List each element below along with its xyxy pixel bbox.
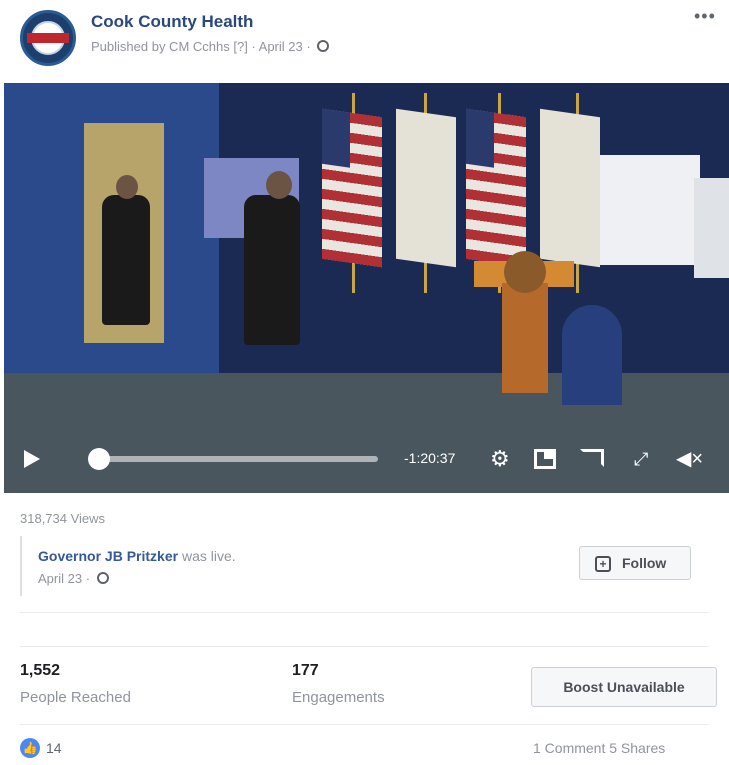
people-reached-label: People Reached [20, 689, 131, 706]
comments-shares-count[interactable]: 1 Comment 5 Shares [533, 740, 665, 756]
publisher-text[interactable]: Published by CM Cchhs [91, 39, 230, 54]
time-remaining: -1:20:37 [404, 450, 456, 466]
boost-button[interactable]: Boost Unavailable [531, 667, 717, 707]
page-avatar[interactable] [20, 10, 76, 66]
video-frame-chart-board [694, 178, 729, 278]
page-name-link[interactable]: Cook County Health [91, 12, 253, 32]
like-count[interactable]: 14 [46, 740, 62, 756]
us-flag [466, 108, 526, 268]
shared-author-link[interactable]: Governor JB Pritzker [38, 548, 178, 564]
play-icon[interactable] [24, 450, 40, 468]
shared-date[interactable]: April 23 · [38, 571, 90, 586]
video-player[interactable]: -1:20:37 ⚙ ⤢ ◀× [4, 83, 729, 493]
podium [502, 283, 548, 393]
cast-icon[interactable] [580, 449, 604, 467]
video-frame-table [562, 305, 622, 405]
shared-status: was live. [178, 548, 236, 564]
gear-icon[interactable]: ⚙ [490, 447, 510, 471]
picture-in-picture-icon[interactable] [534, 449, 556, 469]
progress-scrubber[interactable] [88, 448, 110, 470]
view-count: 318,734 Views [20, 511, 106, 526]
fullscreen-icon[interactable]: ⤢ [634, 447, 648, 471]
like-icon[interactable]: 👍 [20, 738, 40, 758]
podium-seal [504, 251, 546, 293]
follow-icon: + [595, 556, 611, 572]
person-walking [244, 195, 300, 345]
publisher-badge: [?] · [233, 39, 259, 54]
people-reached-value: 1,552 [20, 662, 61, 679]
person-head [116, 175, 138, 199]
publish-sep: · [306, 39, 311, 54]
state-flag [540, 108, 600, 268]
shared-author-line: Governor JB Pritzker was live. [38, 548, 236, 564]
us-flag [322, 108, 382, 268]
follow-button[interactable]: + Follow [579, 546, 691, 580]
person-in-doorway [102, 195, 150, 325]
state-flag [396, 108, 456, 268]
publish-date[interactable]: April 23 [259, 39, 303, 54]
globe-icon [317, 40, 330, 52]
divider [20, 612, 709, 613]
video-frame-chart-board [600, 155, 700, 265]
shared-date-line: April 23 · [38, 571, 109, 586]
more-options-button[interactable]: ••• [694, 6, 716, 27]
divider [20, 646, 709, 647]
volume-muted-icon[interactable]: ◀× [676, 447, 703, 471]
post-header: Cook County Health Published by CM Cchhs… [0, 0, 729, 80]
engagements-value: 177 [292, 662, 319, 679]
globe-icon [96, 572, 109, 584]
engagements-label: Engagements [292, 689, 385, 706]
divider [20, 724, 709, 725]
publish-line: Published by CM Cchhs [?] · April 23 · [91, 39, 330, 54]
video-controls: -1:20:37 ⚙ ⤢ ◀× [4, 439, 729, 479]
shared-live-box: Governor JB Pritzker was live. April 23 … [20, 536, 709, 596]
follow-label: Follow [622, 555, 667, 571]
avatar-band [27, 33, 69, 43]
progress-bar[interactable] [92, 456, 378, 462]
person-head [266, 171, 292, 199]
